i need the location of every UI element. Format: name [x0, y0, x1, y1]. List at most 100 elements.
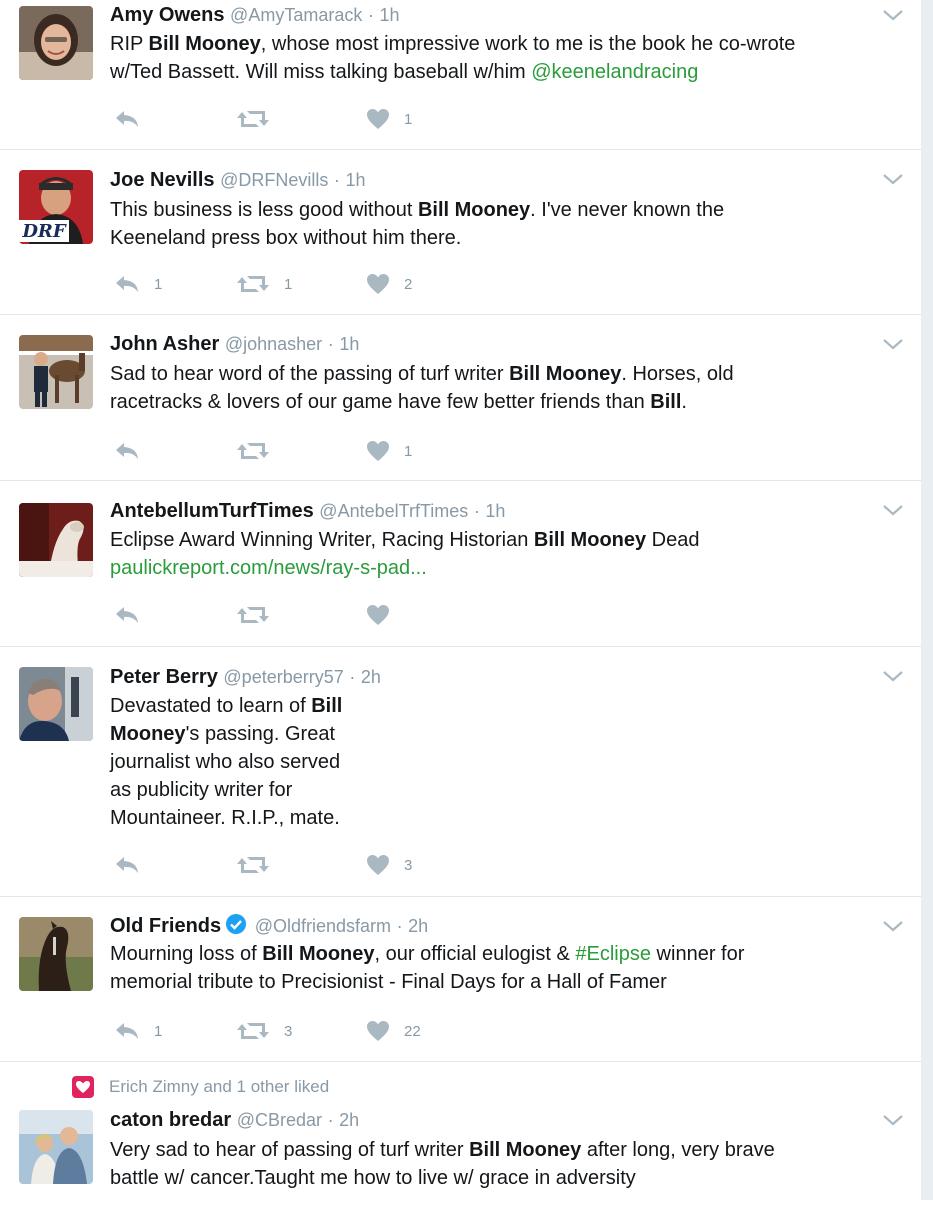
timestamp[interactable]: 2h [339, 1110, 359, 1130]
bold-text: Bill [650, 391, 682, 413]
bold-text: Bill Mooney [417, 199, 531, 221]
tweet[interactable]: Peter Berry @peterberry57 · 2h Devastate… [0, 647, 921, 897]
tweet[interactable]: DRF Joe Nevills @DRFNevills · 1h This bu… [0, 150, 921, 315]
handle[interactable]: @AntebelTrfTimes [319, 501, 468, 521]
tweet-text-run: 's passing. Great [185, 723, 336, 745]
liked-by-text[interactable]: Erich Zimny and 1 other liked [109, 1077, 329, 1097]
tweet-text-run: . I've never known the [530, 199, 725, 221]
display-name[interactable]: John Asher [110, 333, 219, 355]
chevron-down-icon[interactable] [882, 172, 904, 186]
reply-button[interactable] [114, 106, 154, 132]
display-name[interactable]: caton bredar [110, 1109, 231, 1131]
retweet-button[interactable] [236, 106, 284, 132]
avatar[interactable] [19, 667, 93, 741]
handle[interactable]: @johnasher [225, 334, 322, 354]
separator: · [349, 667, 356, 687]
handle[interactable]: @CBredar [237, 1110, 322, 1130]
avatar[interactable] [19, 6, 93, 80]
timestamp[interactable]: 2h [408, 916, 428, 936]
chevron-down-icon[interactable] [882, 669, 904, 683]
retweet-button[interactable] [236, 602, 284, 628]
separator: · [396, 916, 403, 936]
chevron-down-icon[interactable] [882, 337, 904, 351]
tweet[interactable]: Old Friends @Oldfriendsfarm · 2h Mournin… [0, 897, 921, 1062]
handle[interactable]: @AmyTamarack [230, 5, 362, 25]
retweet-button[interactable]: 3 [236, 1018, 292, 1044]
timestamp[interactable]: 1h [485, 501, 505, 521]
tweet-text-run: Devastated to learn of [110, 695, 312, 717]
heart-icon [367, 855, 389, 875]
like-button[interactable]: 1 [366, 106, 412, 132]
like-button[interactable]: 22 [366, 1018, 421, 1044]
reply-icon [116, 276, 138, 292]
chevron-down-icon[interactable] [882, 503, 904, 517]
avatar[interactable] [19, 335, 93, 409]
tweet-link[interactable]: #Eclipse [575, 943, 651, 965]
retweet-count: 3 [284, 1022, 293, 1040]
reply-button[interactable]: 1 [114, 1018, 162, 1044]
tweet[interactable]: Erich Zimny and 1 other liked caton bred… [0, 1062, 921, 1212]
tweet[interactable]: AntebellumTurfTimes @AntebelTrfTimes · 1… [0, 481, 921, 647]
retweet-button[interactable] [236, 852, 284, 878]
like-count: 2 [404, 275, 413, 293]
reply-count: 1 [154, 275, 163, 293]
retweet-count: 1 [284, 275, 293, 293]
avatar[interactable]: DRF [19, 170, 93, 244]
handle[interactable]: @DRFNevills [220, 170, 328, 190]
timestamp[interactable]: 1h [379, 5, 399, 25]
timestamp[interactable]: 1h [345, 170, 365, 190]
retweet-icon [237, 607, 269, 623]
timestamp[interactable]: 2h [361, 667, 381, 687]
display-name[interactable]: Amy Owens [110, 4, 224, 26]
retweet-icon [237, 1023, 269, 1039]
retweet-icon [237, 857, 269, 873]
tweet-text-run: Very sad to hear of passing of turf writ… [110, 1139, 470, 1161]
retweet-icon [237, 443, 269, 459]
verified-badge-icon [226, 914, 247, 934]
timestamp[interactable]: 1h [339, 334, 359, 354]
handle[interactable]: @Oldfriendsfarm [255, 916, 391, 936]
bold-text: Bill Mooney [509, 363, 622, 385]
like-button[interactable]: 3 [366, 852, 412, 878]
heart-icon [367, 274, 389, 294]
reply-button[interactable] [114, 602, 154, 628]
handle[interactable]: @peterberry57 [223, 667, 343, 687]
retweet-button[interactable] [236, 438, 284, 464]
tweet-link[interactable]: @keenelandracing [531, 61, 698, 83]
retweet-button[interactable]: 1 [236, 271, 292, 297]
scrollbar-track[interactable] [921, 0, 933, 1200]
tweet-text-run: This business is less good without [110, 199, 418, 221]
avatar[interactable] [19, 917, 93, 991]
like-button[interactable]: 1 [366, 438, 412, 464]
reply-button[interactable] [114, 852, 154, 878]
avatar[interactable] [19, 503, 93, 577]
chevron-down-icon[interactable] [882, 1113, 904, 1127]
display-name[interactable]: Joe Nevills [110, 169, 215, 191]
chevron-down-icon[interactable] [882, 919, 904, 933]
tweet-text-run: . [681, 391, 687, 413]
display-name[interactable]: Old Friends [110, 915, 221, 937]
avatar-logo-text: DRF [21, 221, 67, 242]
like-button[interactable] [366, 602, 404, 628]
tweet-text: Very sad to hear of passing of turf writ… [110, 1136, 775, 1192]
avatar[interactable] [19, 1110, 93, 1184]
display-name[interactable]: AntebellumTurfTimes [110, 500, 314, 522]
tweet-header: Amy Owens @AmyTamarack · 1h [110, 2, 400, 28]
tweet-text-run: racetracks & lovers of our game have few… [110, 391, 651, 413]
reply-button[interactable] [114, 438, 154, 464]
tweet-text-run: , our official eulogist & [374, 943, 576, 965]
tweet-header: Old Friends @Oldfriendsfarm · 2h [110, 913, 428, 939]
reply-button[interactable]: 1 [114, 271, 162, 297]
chevron-down-icon[interactable] [882, 8, 904, 22]
like-count: 22 [404, 1022, 421, 1040]
like-button[interactable]: 2 [366, 271, 412, 297]
tweet[interactable]: John Asher @johnasher · 1h Sad to hear w… [0, 315, 921, 481]
heart-icon [367, 1021, 389, 1041]
tweet-link[interactable]: paulickreport.com/news/ray-s-pad... [110, 557, 427, 579]
tweet[interactable]: Amy Owens @AmyTamarack · 1h RIP Bill Moo… [0, 0, 921, 150]
separator: · [367, 5, 374, 25]
liked-heart-icon [72, 1076, 94, 1098]
heart-icon [367, 605, 389, 625]
like-count: 1 [404, 110, 413, 128]
display-name[interactable]: Peter Berry [110, 666, 218, 688]
